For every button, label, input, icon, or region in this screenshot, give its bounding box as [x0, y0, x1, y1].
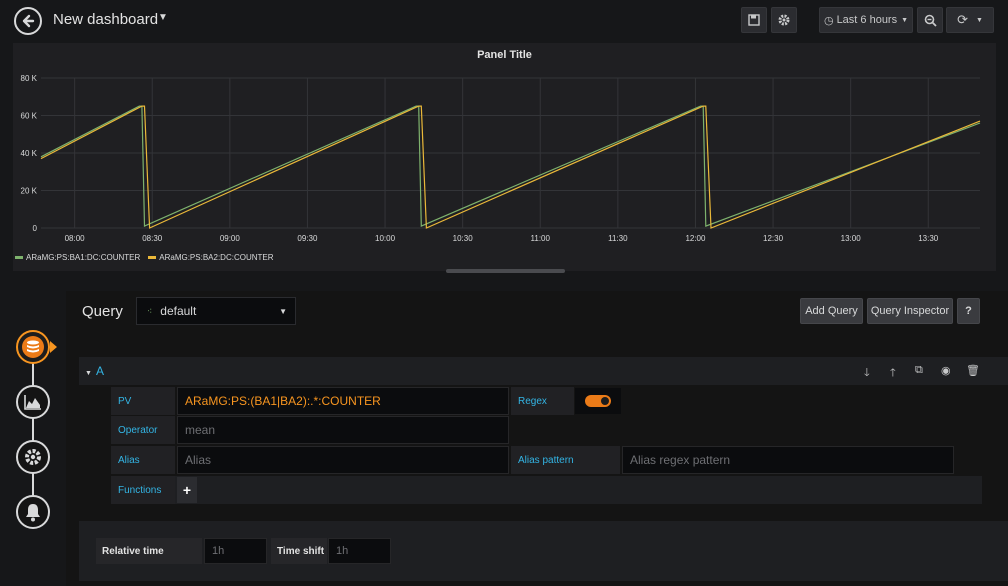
alias-label: Alias — [111, 446, 175, 474]
y-tick-label: 60 K — [21, 112, 38, 121]
tab-general[interactable] — [16, 440, 50, 474]
move-up-icon[interactable]: 🡑 — [890, 364, 896, 383]
y-tick-label: 40 K — [21, 149, 38, 158]
tab-visualization[interactable] — [16, 385, 50, 419]
legend-item[interactable]: ARaMG:PS:BA1:DC:COUNTER — [15, 253, 140, 262]
x-tick-label: 10:30 — [453, 234, 474, 243]
y-tick-label: 20 K — [21, 187, 38, 196]
query-row-toggle[interactable]: ▼ A — [85, 364, 104, 378]
alias-pattern-label: Alias pattern — [511, 446, 620, 474]
database-icon — [22, 336, 44, 358]
help-button[interactable]: ? — [957, 298, 980, 324]
x-tick-label: 12:00 — [685, 234, 706, 243]
operator-label: Operator — [111, 416, 175, 444]
gear-icon — [25, 449, 41, 465]
alias-pattern-input[interactable]: Alias regex pattern — [622, 446, 954, 474]
toggle-knob — [601, 397, 609, 405]
relative-time-input[interactable]: 1h — [204, 538, 267, 564]
x-tick-label: 11:30 — [608, 234, 628, 243]
query-heading: Query — [82, 303, 123, 320]
caret-down-icon: ▼ — [85, 370, 92, 377]
tab-queries[interactable] — [16, 330, 50, 364]
legend: ARaMG:PS:BA1:DC:COUNTER ARaMG:PS:BA2:DC:… — [15, 253, 274, 262]
rail-connector — [32, 345, 34, 515]
series-line — [40, 105, 981, 228]
legend-item[interactable]: ARaMG:PS:BA2:DC:COUNTER — [148, 253, 274, 262]
pv-input[interactable]: ARaMG:PS:(BA1|BA2):.*:COUNTER — [177, 387, 509, 415]
add-query-button[interactable]: Add Query — [800, 298, 863, 324]
datasource-value: default — [160, 304, 197, 318]
caret-down-icon: ▼ — [279, 307, 287, 316]
time-shift-label: Time shift — [271, 538, 327, 564]
legend-label: ARaMG:PS:BA1:DC:COUNTER — [26, 253, 141, 262]
time-shift-input[interactable]: 1h — [328, 538, 391, 564]
query-letter: A — [95, 364, 104, 378]
x-tick-label: 10:00 — [375, 234, 396, 243]
relative-time-label: Relative time — [96, 538, 202, 564]
bell-icon — [26, 504, 40, 522]
x-tick-label: 08:00 — [65, 234, 86, 243]
pv-label: PV — [111, 387, 175, 415]
move-down-icon[interactable]: 🡓 — [864, 364, 870, 383]
x-tick-label: 08:30 — [142, 234, 163, 243]
operator-input[interactable]: mean — [177, 416, 509, 444]
datasource-icon: ⁖ — [147, 305, 153, 316]
duplicate-icon[interactable]: ⧉ — [915, 364, 923, 377]
functions-label: Functions — [111, 476, 175, 504]
y-tick-label: 0 — [33, 224, 38, 233]
area-chart-icon — [24, 395, 41, 410]
x-tick-label: 09:30 — [297, 234, 318, 243]
x-tick-label: 09:00 — [220, 234, 241, 243]
eye-icon[interactable]: ◉ — [941, 364, 951, 377]
add-function-button[interactable]: + — [177, 477, 197, 503]
regex-toggle[interactable] — [585, 395, 611, 407]
tab-alert[interactable] — [16, 495, 50, 529]
regex-label: Regex — [511, 387, 574, 415]
trash-icon[interactable]: 🗑 — [966, 364, 980, 377]
time-series-chart: 0 20 K 40 K 60 K 80 K 08:00 08:30 09:00 09:30 10:… — [21, 74, 981, 243]
legend-swatch — [148, 256, 157, 259]
legend-label: ARaMG:PS:BA2:DC:COUNTER — [159, 253, 274, 262]
query-inspector-button[interactable]: Query Inspector — [867, 298, 953, 324]
x-tick-label: 13:30 — [918, 234, 939, 243]
datasource-select[interactable]: ⁖ default ▼ — [136, 297, 296, 325]
legend-swatch — [15, 256, 23, 259]
x-tick-label: 11:00 — [531, 234, 551, 243]
x-tick-label: 12:30 — [763, 234, 784, 243]
alias-input[interactable]: Alias — [177, 446, 509, 474]
y-tick-label: 80 K — [21, 74, 38, 83]
regex-toggle-box — [575, 388, 621, 414]
panel-resize-handle[interactable] — [446, 269, 565, 273]
functions-row — [175, 476, 982, 504]
active-tab-pointer — [50, 341, 57, 353]
x-tick-label: 13:00 — [841, 234, 862, 243]
